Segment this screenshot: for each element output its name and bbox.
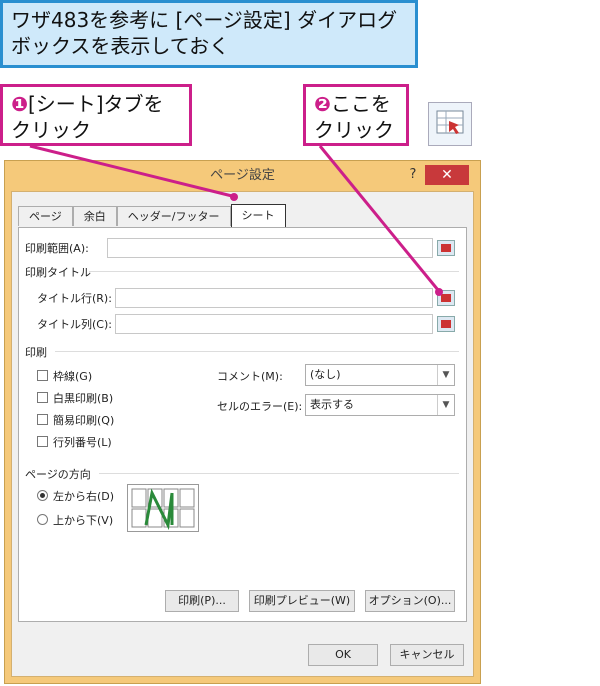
order-top-bottom-radio[interactable] — [37, 514, 48, 525]
title-cols-input[interactable] — [115, 314, 433, 334]
step1-text: [シート]タブを クリック — [11, 92, 164, 142]
dialog-client: ページ 余白 ヘッダー/フッター シート 印刷範囲(A): 印刷タイトル タイト… — [11, 191, 474, 677]
bw-label: 白黒印刷(B) — [53, 392, 114, 405]
print-label: 印刷 — [25, 346, 47, 359]
title-cols-label: タイトル列(C): — [37, 318, 112, 331]
step1-callout: ❶[シート]タブを クリック — [0, 84, 192, 146]
step2-callout: ❷ここを クリック — [303, 84, 409, 146]
bw-checkbox[interactable] — [37, 392, 48, 403]
step2-number: ❷ — [314, 92, 331, 116]
comments-value: (なし) — [310, 368, 341, 381]
chevron-down-icon: ▼ — [437, 395, 454, 415]
gridlines-label: 枠線(G) — [53, 370, 93, 383]
errors-value: 表示する — [310, 398, 354, 411]
headings-label: 行列番号(L) — [53, 436, 112, 449]
close-button[interactable]: ✕ — [425, 165, 469, 185]
comments-label: コメント(M): — [217, 370, 283, 383]
divider — [55, 351, 459, 352]
print-titles-label: 印刷タイトル — [25, 266, 91, 279]
options-button[interactable]: オプション(O)... — [365, 590, 455, 612]
comments-select[interactable]: (なし) ▼ — [305, 364, 455, 386]
ok-button[interactable]: OK — [308, 644, 378, 666]
cancel-button[interactable]: キャンセル — [390, 644, 464, 666]
draft-checkbox[interactable] — [37, 414, 48, 425]
sheet-panel: 印刷範囲(A): 印刷タイトル タイトル行(R): タイトル列(C): 印刷 枠… — [18, 227, 467, 622]
tab-sheet[interactable]: シート — [230, 204, 286, 228]
print-area-label: 印刷範囲(A): — [25, 242, 89, 255]
page-setup-dialog: ページ設定 ? ✕ ページ 余白 ヘッダー/フッター シート 印刷範囲(A): … — [4, 160, 481, 684]
print-area-input[interactable] — [107, 238, 433, 258]
gridlines-checkbox[interactable] — [37, 370, 48, 381]
errors-select[interactable]: 表示する ▼ — [305, 394, 455, 416]
help-button[interactable]: ? — [403, 165, 423, 185]
instruction-callout: ワザ483を参考に [ページ設定] ダイアログ ボックスを表示しておく — [0, 0, 418, 68]
title-rows-input[interactable] — [115, 288, 433, 308]
divider — [89, 271, 459, 272]
draft-label: 簡易印刷(Q) — [53, 414, 115, 427]
print-button[interactable]: 印刷(P)... — [165, 590, 239, 612]
print-preview-button[interactable]: 印刷プレビュー(W) — [249, 590, 355, 612]
title-rows-picker-icon[interactable] — [437, 290, 455, 306]
tab-strip: ページ 余白 ヘッダー/フッター シート — [18, 204, 286, 228]
tab-page[interactable]: ページ — [18, 206, 73, 226]
title-rows-label: タイトル行(R): — [37, 292, 112, 305]
order-top-bottom-label: 上から下(V) — [53, 514, 114, 527]
tab-margins[interactable]: 余白 — [72, 206, 117, 226]
page-order-preview-icon — [127, 484, 199, 532]
print-area-picker-icon[interactable] — [437, 240, 455, 256]
headings-checkbox[interactable] — [37, 436, 48, 447]
order-left-right-radio[interactable] — [37, 490, 48, 501]
divider — [99, 473, 459, 474]
page-order-label: ページの方向 — [25, 468, 91, 481]
step1-number: ❶ — [11, 92, 28, 116]
order-left-right-label: 左から右(D) — [53, 490, 115, 503]
chevron-down-icon: ▼ — [437, 365, 454, 385]
range-picker-enlarged-icon — [428, 102, 472, 146]
errors-label: セルのエラー(E): — [217, 400, 303, 413]
title-cols-picker-icon[interactable] — [437, 316, 455, 332]
tab-header-footer[interactable]: ヘッダー/フッター — [116, 206, 231, 226]
